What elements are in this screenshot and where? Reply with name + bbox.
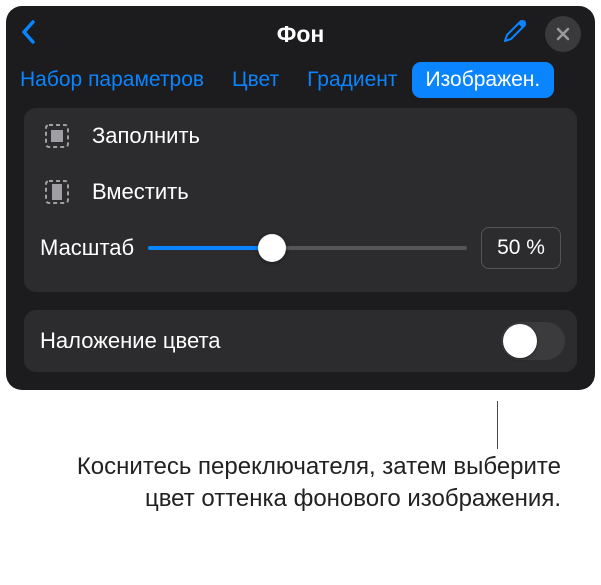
color-overlay-row: Наложение цвета	[24, 310, 577, 372]
switch-knob	[503, 324, 537, 358]
back-button[interactable]	[20, 19, 38, 50]
eyedropper-icon	[501, 19, 527, 45]
slider-thumb[interactable]	[258, 234, 286, 262]
option-fill-label: Заполнить	[92, 123, 200, 149]
option-fill[interactable]: Заполнить	[40, 108, 561, 164]
scale-label: Масштаб	[40, 235, 134, 261]
fit-icon	[40, 175, 74, 209]
tab-image[interactable]: Изображен.	[412, 62, 555, 98]
chevron-left-icon	[20, 19, 38, 45]
panel-content: Заполнить Вместить Масштаб 50	[6, 108, 595, 390]
close-icon	[555, 26, 571, 42]
callout-leader-line	[497, 401, 498, 449]
fill-icon	[40, 119, 74, 153]
panel-title: Фон	[277, 21, 325, 48]
tab-gradient[interactable]: Градиент	[293, 64, 411, 96]
option-fit[interactable]: Вместить	[40, 164, 561, 220]
header-actions	[501, 16, 581, 52]
fill-type-tabs: Набор параметров Цвет Градиент Изображен…	[6, 58, 595, 108]
panel-header: Фон	[6, 6, 595, 58]
color-overlay-label: Наложение цвета	[40, 328, 221, 354]
eyedropper-button[interactable]	[501, 19, 527, 50]
slider-fill	[148, 246, 272, 250]
tab-color[interactable]: Цвет	[218, 64, 293, 96]
scale-row: Масштаб 50 %	[40, 220, 561, 276]
image-options-card: Заполнить Вместить Масштаб 50	[24, 108, 577, 292]
color-overlay-toggle[interactable]	[501, 322, 565, 360]
tab-preset[interactable]: Набор параметров	[6, 64, 218, 96]
scale-value-field[interactable]: 50 %	[481, 227, 561, 269]
callout-text: Коснитесь переключателя, затем выберите …	[60, 451, 561, 516]
background-panel: Фон Набор параметров Цвет Градиент Изобр…	[6, 6, 595, 390]
scale-slider[interactable]	[148, 233, 467, 263]
close-button[interactable]	[545, 16, 581, 52]
option-fit-label: Вместить	[92, 179, 189, 205]
